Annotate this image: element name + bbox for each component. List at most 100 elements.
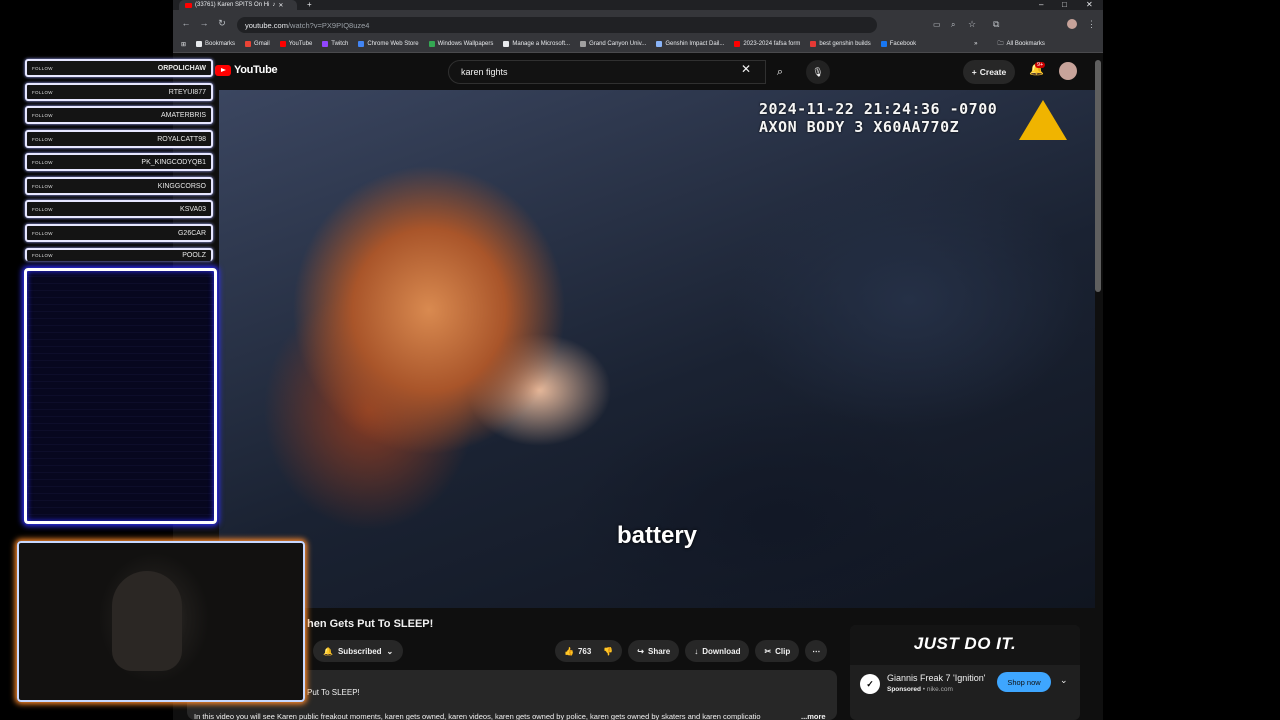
maximize-icon[interactable]: □ (1062, 0, 1067, 9)
all-bookmarks[interactable]: 🗀 All Bookmarks (997, 39, 1044, 49)
video-title: hen Gets Put To SLEEP! (307, 618, 434, 630)
bookmarks-bar: ⊞ Bookmarks Gmail YouTube Twitch Chrome … (173, 36, 1103, 53)
url-path: /watch?v=PX9PIQ8uze4 (287, 20, 370, 30)
profile-avatar[interactable] (1067, 19, 1077, 29)
follower-card: FOLLOW AMATERBRIS (25, 106, 213, 124)
tab-close-icon[interactable]: ✕ (278, 2, 283, 9)
minimize-icon[interactable]: – (1039, 0, 1043, 9)
zoom-icon[interactable]: ⌕ (951, 20, 955, 30)
browser-window: (33761) Karen SPITS On Hi ♪ ✕ + – □ ✕ ← … (173, 0, 1103, 720)
cast-icon[interactable]: ▭ (933, 20, 941, 29)
bookmark-item[interactable]: Manage a Microsoft... (503, 41, 570, 47)
bookmark-item[interactable]: Bookmarks (196, 41, 235, 47)
youtube-favicon-icon (185, 2, 192, 8)
ad-title: Giannis Freak 7 'Ignition' (887, 673, 986, 683)
bodycam-timestamp: 2024-11-22 21:24:36 -0700 AXON BODY 3 X6… (759, 100, 998, 136)
bookmark-item[interactable]: Windows Wallpapers (428, 41, 493, 47)
video-player[interactable]: 2024-11-22 21:24:36 -0700 AXON BODY 3 X6… (219, 90, 1095, 608)
search-input[interactable]: karen fights (448, 60, 766, 84)
description-more-link[interactable]: ...more (801, 712, 826, 720)
bookmark-item[interactable]: 2023-2024 fafsa form (734, 41, 800, 47)
genshin-builds-icon (810, 41, 817, 47)
create-button[interactable]: + Create (963, 60, 1015, 84)
bookmark-item[interactable]: Twitch (322, 41, 348, 47)
star-icon (196, 41, 203, 47)
download-icon: ↓ (694, 646, 699, 656)
youtube-logo[interactable]: YouTube (215, 64, 278, 76)
url-host: youtube.com (245, 20, 288, 30)
bookmark-item[interactable]: Facebook (880, 41, 916, 47)
folder-icon: 🗀 (997, 41, 1004, 47)
video-actions: 👍 763 👎 ↪ Share ↓ Download ✂ Clip ⋯ (555, 640, 828, 662)
account-avatar[interactable] (1059, 62, 1077, 80)
scissors-icon: ✂ (764, 646, 772, 656)
more-bookmarks-icon[interactable]: » (974, 41, 977, 47)
share-icon: ↪ (637, 646, 644, 656)
bookmark-item[interactable]: Grand Canyon Univ... (580, 41, 646, 47)
star-icon[interactable]: ☆ (968, 19, 976, 30)
forward-icon[interactable]: → (195, 18, 213, 28)
gcu-icon (580, 41, 587, 47)
video-caption: battery (616, 522, 698, 549)
follower-card: FOLLOW PK_KINGCODYQB1 (25, 153, 213, 171)
ad-sponsor-line: Sponsored • nike.com (887, 686, 953, 693)
sponsored-ad[interactable]: JUST DO IT. ✓ Giannis Freak 7 'Ignition'… (850, 625, 1080, 720)
voice-search-button[interactable]: 🎙 (806, 60, 830, 84)
bookmark-item[interactable]: YouTube (279, 41, 312, 47)
nike-logo-icon: ✓ (860, 674, 880, 694)
gmail-icon (245, 41, 252, 47)
genshin-icon (656, 41, 663, 47)
more-icon: ⋯ (812, 646, 821, 656)
ad-banner: JUST DO IT. (850, 625, 1080, 665)
shop-now-button[interactable]: Shop now (997, 672, 1051, 692)
chevron-down-icon: ⌄ (386, 646, 394, 656)
clear-search-icon[interactable]: ✕ (741, 62, 751, 76)
follower-card: FOLLOW KINGGCORSO (25, 177, 213, 195)
tab-strip: (33761) Karen SPITS On Hi ♪ ✕ + – □ ✕ (173, 0, 1103, 10)
axon-logo-icon (1019, 100, 1067, 140)
search-button[interactable]: ⌕ (766, 60, 794, 84)
follower-card: FOLLOW POOLZ (25, 248, 213, 261)
bell-icon: 🔔 (323, 646, 333, 656)
chevron-down-icon[interactable]: ⌄ (1060, 675, 1068, 686)
audio-icon: ♪ (272, 2, 276, 8)
back-icon[interactable]: ← (177, 18, 195, 28)
bookmark-item[interactable]: Gmail (245, 41, 270, 47)
description-title: Put To SLEEP! (307, 688, 360, 697)
description-text: In this video you will see Karen public … (194, 712, 761, 720)
subscribed-button[interactable]: 🔔 Subscribed ⌄ (313, 640, 404, 662)
follower-card: FOLLOW KSVA03 (25, 200, 213, 218)
follower-card: FOLLOW ORPOLICHAW (25, 59, 213, 77)
address-bar[interactable]: youtube.com/watch?v=PX9PIQ8uze4 (237, 17, 877, 33)
more-actions-button[interactable]: ⋯ (805, 640, 828, 662)
like-button[interactable]: 👍 763 👎 (555, 640, 623, 662)
new-tab-icon[interactable]: + (307, 0, 312, 9)
webcam-feed (17, 541, 305, 702)
share-button[interactable]: ↪ Share (628, 640, 680, 662)
bookmark-item[interactable]: Chrome Web Store (358, 41, 419, 47)
follower-card: FOLLOW ROYALCATT98 (25, 130, 213, 148)
wallpaper-icon (428, 41, 435, 47)
plus-icon: + (971, 67, 977, 77)
chrome-store-icon (358, 41, 365, 47)
reload-icon[interactable]: ↻ (213, 18, 231, 29)
youtube-logo-icon (215, 64, 231, 76)
browser-tab[interactable]: (33761) Karen SPITS On Hi ♪ ✕ (179, 0, 297, 10)
facebook-icon (880, 41, 887, 47)
page-scrollbar[interactable] (1095, 60, 1101, 292)
youtube-icon (279, 41, 286, 47)
extensions-icon[interactable]: ⧉ (993, 19, 999, 30)
youtube-icon (734, 41, 741, 47)
bookmark-item[interactable]: best genshin builds (810, 41, 871, 47)
download-button[interactable]: ↓ Download (685, 640, 750, 662)
bookmark-item[interactable]: Genshin Impact Dail... (656, 41, 724, 47)
window-close-icon[interactable]: ✕ (1086, 0, 1093, 9)
apps-icon[interactable]: ⊞ (181, 41, 186, 48)
follower-card: FOLLOW G26CAR (25, 224, 213, 242)
menu-icon[interactable]: ⋮ (1087, 19, 1096, 30)
thumbs-down-icon[interactable]: 👎 (603, 647, 613, 656)
notification-badge: 9+ (1035, 62, 1046, 68)
twitch-icon (322, 41, 329, 47)
clip-button[interactable]: ✂ Clip (755, 640, 800, 662)
streamer-silhouette (112, 571, 182, 671)
